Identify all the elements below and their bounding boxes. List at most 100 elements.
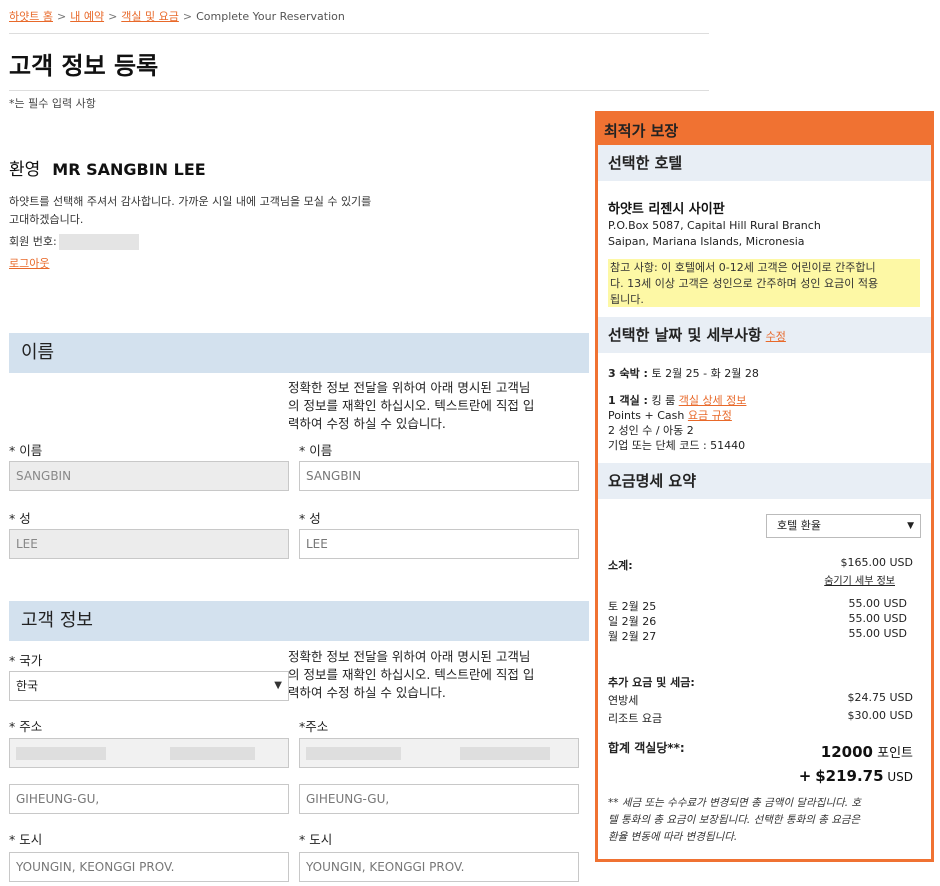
city-field[interactable]: YOUNGIN, KEONGGI PROV. [9, 852, 289, 882]
guest-helper-text: 정확한 정보 전달을 위하여 아래 명시된 고객님 의 정보를 재확인 하십시오… [288, 648, 583, 702]
total-points: 12000 포인트 [821, 742, 913, 761]
thanks-line: 하얏트를 선택해 주셔서 감사합니다. 가까운 시일 내에 고객님을 모실 수 … [9, 195, 372, 208]
country-select[interactable]: 한국 ▼ [9, 671, 289, 701]
resort-fee-value: $30.00 USD [847, 709, 914, 722]
resort-fee-label: 리조트 요금 [608, 712, 663, 725]
breadcrumb-rooms-rates-link[interactable]: 객실 및 요금 [121, 10, 179, 23]
redacted-text [16, 747, 106, 760]
tax-value: $24.75 USD [847, 691, 914, 704]
address-label-alt: *주소 [299, 719, 329, 734]
guest-name: MR SANGBIN LEE [52, 160, 206, 179]
address-line1-input[interactable] [299, 738, 579, 768]
subtotal-value: $165.00 USD [840, 556, 914, 569]
night-amount: 55.00 USD [848, 612, 908, 625]
chevron-down-icon: ▼ [274, 680, 282, 691]
required-note: *는 필수 입력 사항 [9, 97, 96, 110]
selected-hotel-header: 선택한 호텔 [598, 145, 931, 181]
currency-select-value: 호텔 환율 [777, 519, 821, 532]
nights-summary: 3 숙박 : 토 2월 25 - 화 2월 28 [608, 366, 759, 381]
member-number-redacted [58, 234, 139, 250]
hotel-address-line: P.O.Box 5087, Capital Hill Rural Branch [608, 219, 821, 232]
total-cash: + $219.75 USD [799, 767, 913, 785]
rate-type-label: Points + Cash [608, 409, 685, 422]
breadcrumb: 하얏트 홈 > 내 예약 > 객실 및 요금 > Complete Your Reserva… [9, 8, 345, 24]
breadcrumb-my-reservation-link[interactable]: 내 예약 [70, 10, 104, 23]
first-name-input[interactable]: SANGBIN [299, 461, 579, 491]
rate-summary-header: 요금명세 요약 [598, 463, 931, 499]
address-label: * 주소 [9, 719, 43, 734]
nights-dates: 토 2월 25 - 화 2월 28 [651, 367, 759, 380]
helper-line: 의 정보를 재확인 하십시오. 텍스트란에 직접 입 [288, 398, 535, 413]
room-details-link[interactable]: 객실 상세 정보 [679, 394, 747, 407]
hide-details-link[interactable]: 숨기기 세부 정보 [824, 574, 895, 589]
redacted-text [306, 747, 401, 760]
thanks-line: 고대하겠습니다. [9, 213, 84, 226]
last-name-label: * 성 [9, 511, 31, 526]
address-line1-field-readonly [9, 738, 289, 768]
country-select-value: 한국 [16, 679, 39, 693]
extra-fees-label: 추가 요금 및 세금: [608, 676, 695, 689]
logout-link[interactable]: 로그아웃 [9, 255, 49, 271]
tax-disclaimer: ** 세금 또는 수수료가 변경되면 총 금액이 달라집니다. 호 텔 통화의 … [608, 795, 920, 846]
total-cash-value: $219.75 [815, 767, 884, 785]
guest-count: 2 성인 수 / 아동 2 [608, 424, 694, 437]
helper-line: 력하여 수정 하실 수 있습니다. [288, 685, 446, 700]
welcome-label: 환영 [9, 160, 41, 180]
corporate-code: 기업 또는 단체 코드 : 51440 [608, 439, 746, 452]
breadcrumb-separator: > [182, 10, 193, 23]
dates-details-title: 선택한 날짜 및 세부사항 [608, 326, 762, 344]
last-name-input[interactable]: LEE [299, 529, 579, 559]
hotel-address-line: Saipan, Mariana Islands, Micronesia [608, 235, 805, 248]
city-label: * 도시 [9, 832, 43, 847]
total-points-value: 12000 [820, 743, 873, 761]
helper-line: 정확한 정보 전달을 위하여 아래 명시된 고객님 [288, 649, 531, 664]
welcome-heading: 환영 MR SANGBIN LEE [9, 155, 206, 180]
redacted-text [460, 747, 550, 760]
rooms-count: 1 객실 : [608, 394, 648, 407]
currency-select[interactable]: 호텔 환율 ▼ [766, 514, 921, 538]
breadcrumb-separator: > [56, 10, 67, 23]
member-number-label: 회원 번호: [9, 235, 57, 248]
edit-dates-link[interactable]: 수정 [766, 330, 786, 343]
member-number: 회원 번호: [9, 233, 139, 250]
page-title: 고객 정보 등록 [9, 52, 159, 80]
helper-line: 의 정보를 재확인 하십시오. 텍스트란에 직접 입 [288, 667, 535, 682]
first-name-field-readonly: SANGBIN [9, 461, 289, 491]
tax-label: 연방세 [608, 694, 639, 707]
city-label-alt: * 도시 [299, 832, 333, 847]
night-amount: 55.00 USD [848, 627, 908, 640]
last-name-field-readonly: LEE [9, 529, 289, 559]
rooms-summary: 1 객실 : 킹 룸 객실 상세 정보 [608, 393, 746, 408]
name-section-header: 이름 [9, 333, 589, 373]
breadcrumb-current: Complete Your Reservation [196, 10, 345, 23]
redacted-text [170, 747, 255, 760]
country-label: * 국가 [9, 653, 43, 668]
city-input[interactable]: YOUNGIN, KEONGGI PROV. [299, 852, 579, 882]
address-line2-field[interactable]: GIHEUNG-GU, [9, 784, 289, 814]
age-policy-note: 참고 사항: 이 호텔에서 0-12세 고객은 어린이로 간주합니 다. 13세… [608, 259, 920, 307]
subtotal-label: 소계: [608, 559, 633, 572]
night-amount: 55.00 USD [848, 597, 908, 610]
points-unit: 포인트 [877, 746, 913, 761]
chevron-down-icon: ▼ [907, 521, 914, 531]
dates-details-header: 선택한 날짜 및 세부사항 수정 [598, 317, 931, 353]
currency-unit: USD [887, 770, 913, 784]
night-date: 일 2월 26 [608, 615, 657, 628]
address-line2-input[interactable]: GIHEUNG-GU, [299, 784, 579, 814]
room-type: 킹 룸 [651, 394, 676, 407]
disclaimer-line: 환율 변동에 따라 변경됩니다. [608, 831, 738, 843]
helper-line: 력하여 수정 하실 수 있습니다. [288, 416, 446, 431]
guest-info-section-header: 고객 정보 [9, 601, 589, 641]
rate-rules-link[interactable]: 요금 규정 [688, 409, 732, 422]
disclaimer-line: 텔 통화의 총 요금이 보장됩니다. 선택한 통화의 총 요금은 [608, 814, 861, 826]
divider [9, 33, 709, 34]
rate-type: Points + Cash 요금 규정 [608, 408, 732, 423]
disclaimer-line: ** 세금 또는 수수료가 변경되면 총 금액이 달라집니다. 호 [608, 797, 862, 809]
first-name-label-alt: * 이름 [299, 443, 333, 458]
breadcrumb-separator: > [108, 10, 118, 23]
plus-sign: + [798, 767, 812, 785]
thanks-message: 하얏트를 선택해 주셔서 감사합니다. 가까운 시일 내에 고객님을 모실 수 … [9, 193, 439, 229]
helper-line: 정확한 정보 전달을 위하여 아래 명시된 고객님 [288, 380, 531, 395]
note-line: 다. 13세 이상 고객은 성인으로 간주하며 성인 요금이 적용 [610, 277, 879, 290]
breadcrumb-home-link[interactable]: 하얏트 홈 [9, 10, 53, 23]
